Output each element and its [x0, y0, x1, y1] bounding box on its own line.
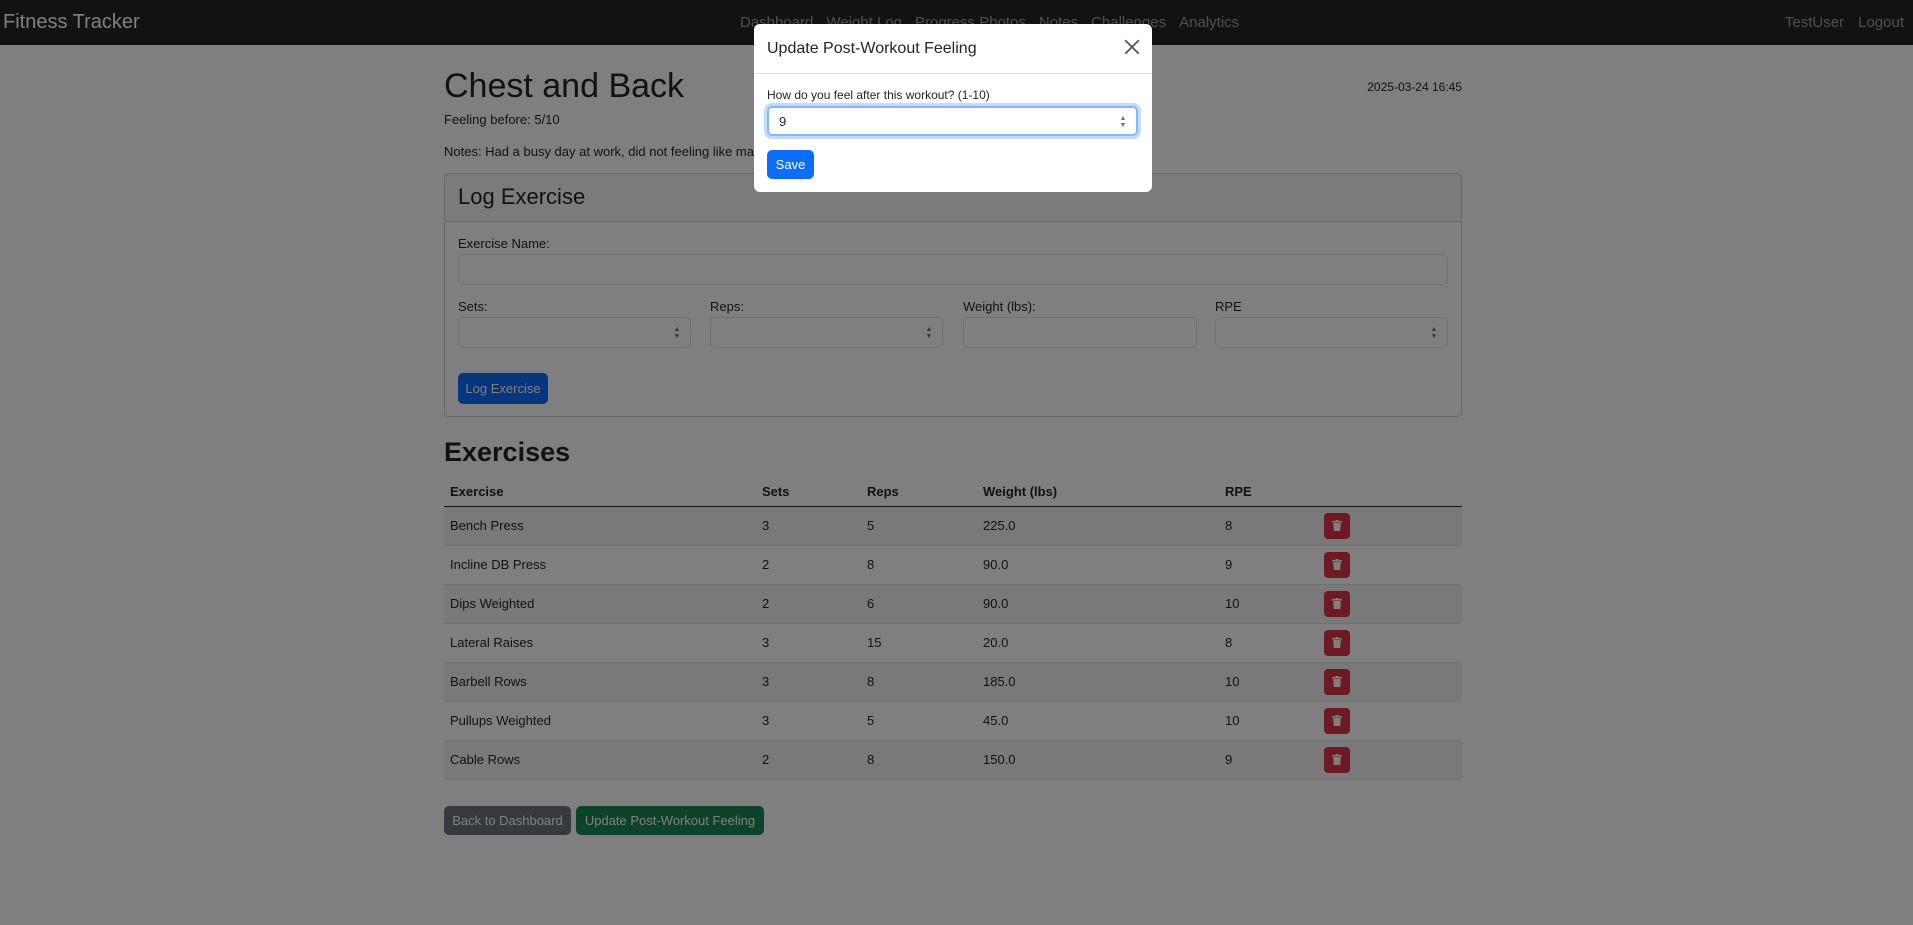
save-button[interactable]: Save [767, 150, 814, 179]
feeling-input-value: 9 [779, 113, 787, 129]
feeling-label: How do you feel after this workout? (1-1… [767, 88, 990, 102]
feeling-input[interactable]: 9 ▲ ▼ [767, 106, 1138, 136]
close-icon[interactable] [1123, 38, 1141, 56]
update-feeling-modal: Update Post-Workout Feeling How do you f… [754, 24, 1152, 192]
spinner-arrows-icon[interactable]: ▲▼ [1118, 115, 1128, 129]
modal-title: Update Post-Workout Feeling [754, 24, 1152, 74]
